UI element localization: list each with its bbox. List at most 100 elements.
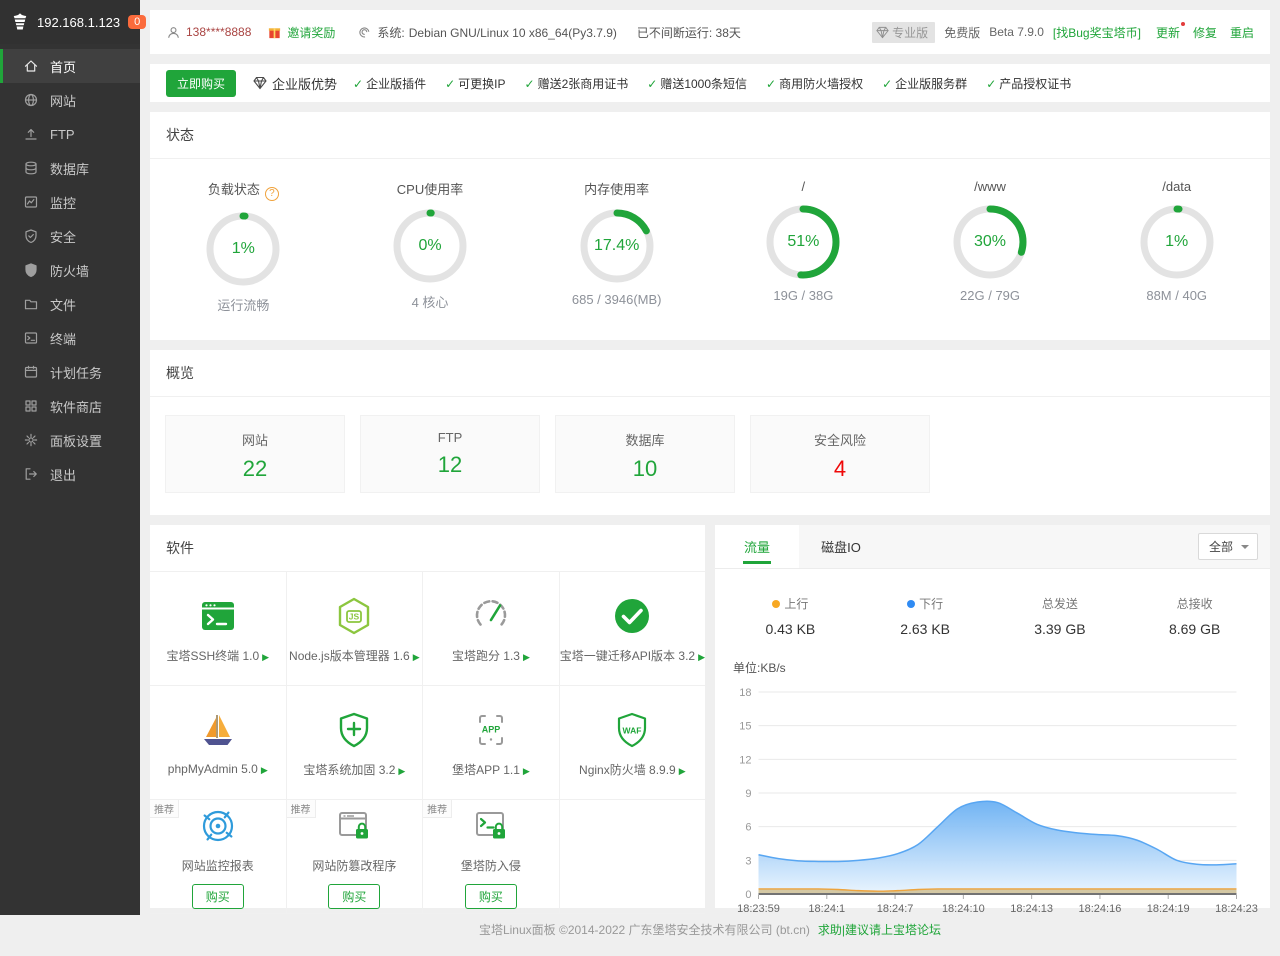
interface-filter-select[interactable]: 全部 [1198,533,1258,560]
stat-label: 上行 [723,595,858,612]
update-link[interactable]: 更新 [1156,24,1180,41]
software-item-name: 堡塔防入侵 [461,857,521,874]
svg-text:12: 12 [739,754,751,766]
check-icon: ✓ [647,77,657,91]
overview-card-security-risk[interactable]: 安全风险4 [750,415,930,493]
footer-forum-link[interactable]: 求助|建议请上宝塔论坛 [818,923,941,937]
topbar: 138****8888 邀请奖励 系统:Debian GNU/Linux 10 … [150,10,1270,54]
overview-card-value: 10 [556,456,734,482]
gauge-subtext: 685 / 3946(MB) [523,292,710,307]
sidebar-item-label: 首页 [50,57,76,76]
message-count-badge[interactable]: 0 [128,15,146,29]
overview-card-value: 22 [166,456,344,482]
sidebar-item-label: 面板设置 [50,431,102,450]
server-ip[interactable]: 192.168.1.123 [37,15,120,30]
gauge-disk-www: /www30%22G / 79G [897,179,1084,314]
sailboat-icon [198,709,238,753]
gauge-label: CPU使用率 [337,179,524,198]
software-item-name: 网站监控报表 [182,857,254,874]
software-item-tamper-proof[interactable]: 推荐网站防篡改程序购买 [287,800,424,914]
sidebar-item-logout[interactable]: 退出 [0,457,140,491]
sidebar-item-label: 数据库 [50,159,89,178]
software-item-name: 宝塔跑分 1.3▶ [452,647,530,664]
sidebar-item-sites[interactable]: 网站 [0,83,140,117]
gauge-subtext: 运行流畅 [150,295,337,314]
play-icon: ▶ [262,652,269,662]
svg-text:18:24:7: 18:24:7 [877,903,914,915]
play-icon: ▶ [523,766,530,776]
bound-phone[interactable]: 138****8888 [186,25,251,39]
gauge-ring: 1% [203,209,283,289]
gauge-label: 负载状态? [150,179,337,201]
sidebar-item-cron[interactable]: 计划任务 [0,355,140,389]
sidebar-item-database[interactable]: 数据库 [0,151,140,185]
sidebar-item-security[interactable]: 安全 [0,219,140,253]
sidebar-item-home[interactable]: 首页 [0,49,140,83]
svg-text:JS: JS [349,611,360,621]
stat-label: 总发送 [993,595,1128,612]
calendar-icon [23,364,39,380]
traffic-tabbar: 流量 磁盘IO 全部 [715,525,1270,569]
overview-card-database[interactable]: 数据库10 [555,415,735,493]
bug-bounty-link[interactable]: [找Bug奖宝塔币] [1053,24,1141,41]
pro-version-badge[interactable]: 专业版 [872,22,935,43]
enterprise-feature-2: ✓赠送2张商用证书 [525,75,629,92]
help-icon[interactable]: ? [265,187,279,201]
window-lock-icon [334,804,374,848]
debian-os-icon [357,25,372,40]
invite-reward-link[interactable]: 邀请奖励 [287,24,335,41]
svg-text:WAF: WAF [623,725,642,735]
gauge-value: 0% [390,206,470,286]
buy-button[interactable]: 购买 [328,884,380,909]
buy-now-button[interactable]: 立即购买 [166,70,236,97]
enterprise-advantage-title: 企业版优势 [252,74,337,93]
gauge-subtext: 19G / 38G [710,288,897,303]
check-icon: ✓ [525,77,535,91]
stat-label: 总接收 [1127,595,1262,612]
uptime-text: 已不间断运行: 38天 [637,24,741,41]
sidebar-item-appstore[interactable]: 软件商店 [0,389,140,423]
gauge-ring: 30% [950,202,1030,282]
overview-card-ftp[interactable]: FTP12 [360,415,540,493]
buy-button[interactable]: 购买 [192,884,244,909]
software-item-migration-api[interactable]: 宝塔一键迁移API版本 3.2▶ [560,572,705,686]
sidebar-item-monitor[interactable]: 监控 [0,185,140,219]
software-item-ssh-terminal[interactable]: 宝塔SSH终端 1.0▶ [150,572,287,686]
enterprise-feature-3: ✓赠送1000条短信 [647,75,747,92]
sidebar-item-files[interactable]: 文件 [0,287,140,321]
system-info: 系统:Debian GNU/Linux 10 x86_64(Py3.7.9) [377,24,616,41]
home-icon [23,58,39,74]
overview-card-sites[interactable]: 网站22 [165,415,345,493]
check-icon: ✓ [766,77,776,91]
phone-app-icon: APP [471,708,511,752]
grid-icon [23,398,39,414]
software-item-benchmark[interactable]: 宝塔跑分 1.3▶ [423,572,560,686]
sidebar-item-settings[interactable]: 面板设置 [0,423,140,457]
software-item-site-monitor-report[interactable]: 推荐网站监控报表购买 [150,800,287,914]
software-item-bt-app[interactable]: APP 堡塔APP 1.1▶ [423,686,560,800]
software-item-intrusion-prevention[interactable]: 推荐堡塔防入侵购买 [423,800,560,914]
overview-cards: 网站22FTP12数据库10安全风险4 [150,397,1270,515]
software-item-system-hardening[interactable]: 宝塔系统加固 3.2▶ [287,686,424,800]
sidebar-item-firewall[interactable]: 防火墙 [0,253,140,287]
sidebar-item-terminal[interactable]: 终端 [0,321,140,355]
tab-disk-io[interactable]: 磁盘IO [799,525,883,568]
gem-icon [252,75,268,91]
stat-value: 2.63 KB [858,621,993,637]
restart-link[interactable]: 重启 [1230,24,1254,41]
shield-waf-icon: WAF [612,708,652,752]
traffic-stat-total-received: 总接收8.69 GB [1127,595,1262,637]
software-item-nodejs-manager[interactable]: JSNode.js版本管理器 1.6▶ [287,572,424,686]
sidebar-item-ftp[interactable]: FTP [0,117,140,151]
tab-traffic[interactable]: 流量 [715,525,799,568]
traffic-chart: 036912151818:23:5918:24:118:24:718:24:10… [719,676,1266,924]
buy-button[interactable]: 购买 [465,884,517,909]
software-item-name: 堡塔APP 1.1▶ [452,761,530,778]
software-item-phpmyadmin[interactable]: phpMyAdmin 5.0▶ [150,686,287,800]
shield-plus-icon [334,708,374,752]
repair-link[interactable]: 修复 [1193,24,1217,41]
overview-panel-title: 概览 [150,350,1270,397]
svg-text:APP: APP [482,724,501,734]
nodejs-icon: JS [334,594,374,638]
software-item-nginx-waf[interactable]: WAFNginx防火墙 8.9.9▶ [560,686,705,800]
